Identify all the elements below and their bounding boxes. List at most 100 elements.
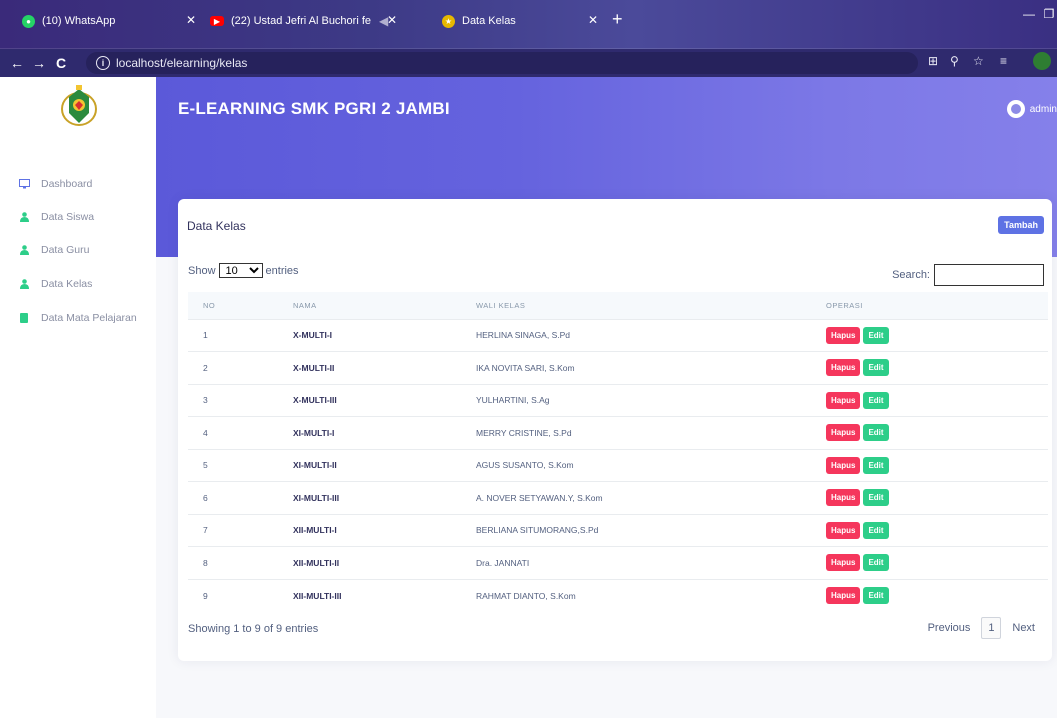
close-icon[interactable]: ✕ xyxy=(588,13,598,27)
data-kelas-card: Data Kelas Tambah Show 10 entries Search… xyxy=(178,199,1052,661)
cell-no: 2 xyxy=(203,362,208,373)
edit-button[interactable]: Edit xyxy=(863,391,889,409)
cell-wali: RAHMAT DIANTO, S.Kom xyxy=(476,590,576,601)
translate-icon[interactable]: ⊞ xyxy=(928,54,938,68)
reload-icon[interactable]: C xyxy=(50,55,72,71)
table-row: 4 XI-MULTI-I MERRY CRISTINE, S.Pd Hapus E… xyxy=(188,416,1048,450)
user-menu[interactable]: admin xyxy=(1006,100,1057,118)
search-control: Search: xyxy=(892,264,1044,286)
sidebar-item-label: Data Siswa xyxy=(41,211,95,223)
search-input[interactable] xyxy=(934,264,1044,286)
address-bar: ← → C i localhost/elearning/kelas ⊞ ⚲ ☆ … xyxy=(0,49,1057,77)
page-length-control: Show 10 entries xyxy=(188,263,299,278)
cell-wali: BERLIANA SITUMORANG,S.Pd xyxy=(476,525,599,536)
hapus-button[interactable]: Hapus xyxy=(826,391,861,409)
hapus-button[interactable]: Hapus xyxy=(826,456,861,474)
hapus-button[interactable]: Hapus xyxy=(826,521,861,539)
hapus-button[interactable]: Hapus xyxy=(826,326,861,344)
table-row: 6 XI-MULTI-III A. NOVER SETYAWAN.Y, S.Ko… xyxy=(188,481,1048,515)
sidebar-item-data-siswa[interactable]: Data Siswa xyxy=(0,207,156,227)
cell-nama: XII-MULTI-III xyxy=(293,590,342,601)
edit-button[interactable]: Edit xyxy=(863,587,889,604)
previous-button[interactable]: Previous xyxy=(928,622,971,634)
hapus-button[interactable]: Hapus xyxy=(826,359,861,377)
cell-nama: XI-MULTI-III xyxy=(293,492,340,503)
edit-button[interactable]: Edit xyxy=(863,489,889,507)
info-icon[interactable]: i xyxy=(96,56,110,70)
cell-no: 9 xyxy=(203,590,208,601)
tab-youtube[interactable]: ▶ (22) Ustad Jefri Al Buchori fe ◀ xyxy=(210,8,440,34)
cell-operasi: Hapus Edit xyxy=(826,384,1048,417)
cell-wali: MERRY CRISTINE, S.Pd xyxy=(476,427,572,438)
brand-title: E-LEARNING SMK PGRI 2 JAMBI xyxy=(178,99,450,118)
cell-operasi: Hapus Edit xyxy=(826,482,1048,515)
close-icon[interactable]: ✕ xyxy=(387,13,397,27)
hapus-button[interactable]: Hapus xyxy=(826,424,861,442)
user-name: admin xyxy=(1029,103,1057,115)
tab-title: Data Kelas xyxy=(462,15,516,27)
playlist-icon[interactable]: ≡ xyxy=(1000,54,1007,68)
table-info: Showing 1 to 9 of 9 entries xyxy=(188,623,319,635)
tab-title: (22) Ustad Jefri Al Buchori fe xyxy=(231,15,372,27)
close-icon[interactable]: ✕ xyxy=(186,13,196,27)
hapus-button[interactable]: Hapus xyxy=(826,587,861,604)
cell-nama: X-MULTI-II xyxy=(293,362,335,373)
edit-button[interactable]: Edit xyxy=(863,554,889,572)
hapus-button[interactable]: Hapus xyxy=(826,554,861,572)
edit-button[interactable]: Edit xyxy=(863,359,889,377)
edit-button[interactable]: Edit xyxy=(863,424,889,442)
cell-operasi: Hapus Edit xyxy=(826,352,1048,385)
column-header-nama[interactable]: NAMA xyxy=(293,292,476,319)
cell-operasi: Hapus Edit xyxy=(826,417,1048,450)
whatsapp-icon: ● xyxy=(22,14,35,28)
user-icon xyxy=(18,279,30,289)
youtube-icon: ▶ xyxy=(210,16,224,26)
back-icon[interactable]: ← xyxy=(6,55,28,71)
cell-operasi: Hapus Edit xyxy=(826,449,1048,482)
cell-no: 7 xyxy=(203,525,208,536)
sidebar-item-label: Data Guru xyxy=(41,244,90,256)
cell-wali: Dra. JANNATI xyxy=(476,557,530,568)
column-header-operasi[interactable]: OPERASI xyxy=(826,292,1048,319)
cell-no: 4 xyxy=(203,427,208,438)
url-field[interactable]: i localhost/elearning/kelas xyxy=(86,52,918,74)
tab-data-kelas[interactable]: ★ Data Kelas xyxy=(432,6,602,36)
tab-whatsapp[interactable]: ● (10) WhatsApp xyxy=(22,8,182,34)
cell-no: 3 xyxy=(203,395,208,406)
table-row: 3 X-MULTI-III YULHARTINI, S.Ag Hapus Edit xyxy=(188,384,1048,417)
cell-operasi: Hapus Edit xyxy=(826,514,1048,547)
sidebar-item-data-mata-pelajaran[interactable]: Data Mata Pelajaran xyxy=(0,308,156,328)
restore-button[interactable]: ❐ xyxy=(1030,0,1057,28)
school-logo-icon xyxy=(61,85,97,126)
sidebar-item-data-kelas[interactable]: Data Kelas xyxy=(0,274,156,294)
sidebar-item-dashboard[interactable]: Dashboard xyxy=(0,174,156,194)
new-tab-button[interactable]: + xyxy=(612,9,623,30)
hapus-button[interactable]: Hapus xyxy=(826,489,861,507)
pagination: Previous 1 Next xyxy=(928,617,1035,639)
data-table: NO NAMA WALI KELAS OPERASI 1 X-MULTI-I H… xyxy=(188,292,1048,612)
tab-title: (10) WhatsApp xyxy=(42,15,116,27)
column-header-no[interactable]: NO xyxy=(188,292,293,319)
edit-button[interactable]: Edit xyxy=(863,326,889,344)
edit-button[interactable]: Edit xyxy=(863,456,889,474)
cell-operasi: Hapus Edit xyxy=(826,319,1048,352)
star-icon[interactable]: ☆ xyxy=(973,54,984,68)
search-label: Search: xyxy=(892,269,930,281)
table-row: 1 X-MULTI-I HERLINA SINAGA, S.Pd Hapus Ed… xyxy=(188,319,1048,352)
next-button[interactable]: Next xyxy=(1012,622,1035,634)
tambah-button[interactable]: Tambah xyxy=(998,216,1044,234)
monitor-icon xyxy=(18,179,30,189)
cell-no: 5 xyxy=(203,460,208,471)
sidebar-item-label: Data Mata Pelajaran xyxy=(41,312,137,324)
page-length-select[interactable]: 10 xyxy=(218,263,263,278)
table-header-row: NO NAMA WALI KELAS OPERASI xyxy=(188,292,1048,319)
page-button[interactable]: 1 xyxy=(981,617,1002,639)
forward-icon[interactable]: → xyxy=(28,55,50,71)
sidebar: Dashboard Data Siswa Data Guru Data Kela… xyxy=(0,77,156,718)
zoom-icon[interactable]: ⚲ xyxy=(950,54,959,68)
cell-wali: AGUS SUSANTO, S.Kom xyxy=(476,460,574,471)
sidebar-item-data-guru[interactable]: Data Guru xyxy=(0,240,156,260)
profile-icon[interactable] xyxy=(1033,52,1051,70)
column-header-wali-kelas[interactable]: WALI KELAS xyxy=(476,292,826,319)
edit-button[interactable]: Edit xyxy=(863,521,889,539)
